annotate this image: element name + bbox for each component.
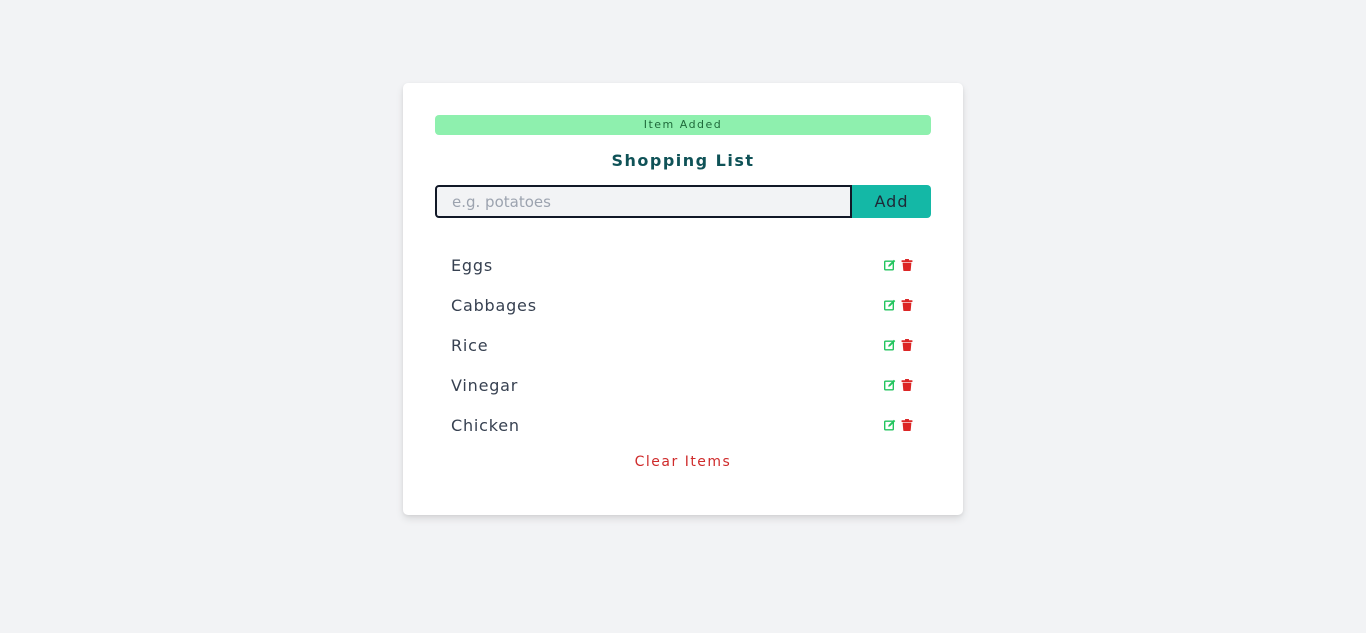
edit-icon[interactable]: [884, 379, 896, 391]
item-name: Vinegar: [451, 375, 519, 395]
clear-items-button[interactable]: Clear Items: [635, 454, 732, 470]
shopping-list-card: Item Added Shopping List Add Eggs Cabbag…: [403, 83, 963, 515]
trash-icon[interactable]: [901, 259, 913, 271]
item-name: Rice: [451, 335, 489, 355]
item-actions: [884, 379, 913, 391]
item-name: Eggs: [451, 255, 493, 275]
success-alert: Item Added: [435, 115, 931, 135]
item-name: Cabbages: [451, 295, 537, 315]
trash-icon[interactable]: [901, 379, 913, 391]
list-item: Eggs: [435, 245, 931, 285]
list-item: Vinegar: [435, 365, 931, 405]
trash-icon[interactable]: [901, 299, 913, 311]
item-actions: [884, 419, 913, 431]
trash-icon[interactable]: [901, 419, 913, 431]
trash-icon[interactable]: [901, 339, 913, 351]
list-item: Rice: [435, 325, 931, 365]
item-actions: [884, 299, 913, 311]
edit-icon[interactable]: [884, 299, 896, 311]
edit-icon[interactable]: [884, 339, 896, 351]
item-list: Eggs Cabbages Rice Vinegar Chicken: [435, 245, 931, 445]
item-actions: [884, 259, 913, 271]
list-item: Chicken: [435, 405, 931, 445]
add-item-form: Add: [435, 185, 931, 218]
list-item: Cabbages: [435, 285, 931, 325]
page-title: Shopping List: [611, 151, 755, 170]
item-input[interactable]: [435, 185, 852, 218]
add-button[interactable]: Add: [852, 185, 931, 218]
item-name: Chicken: [451, 415, 520, 435]
edit-icon[interactable]: [884, 259, 896, 271]
edit-icon[interactable]: [884, 419, 896, 431]
item-actions: [884, 339, 913, 351]
